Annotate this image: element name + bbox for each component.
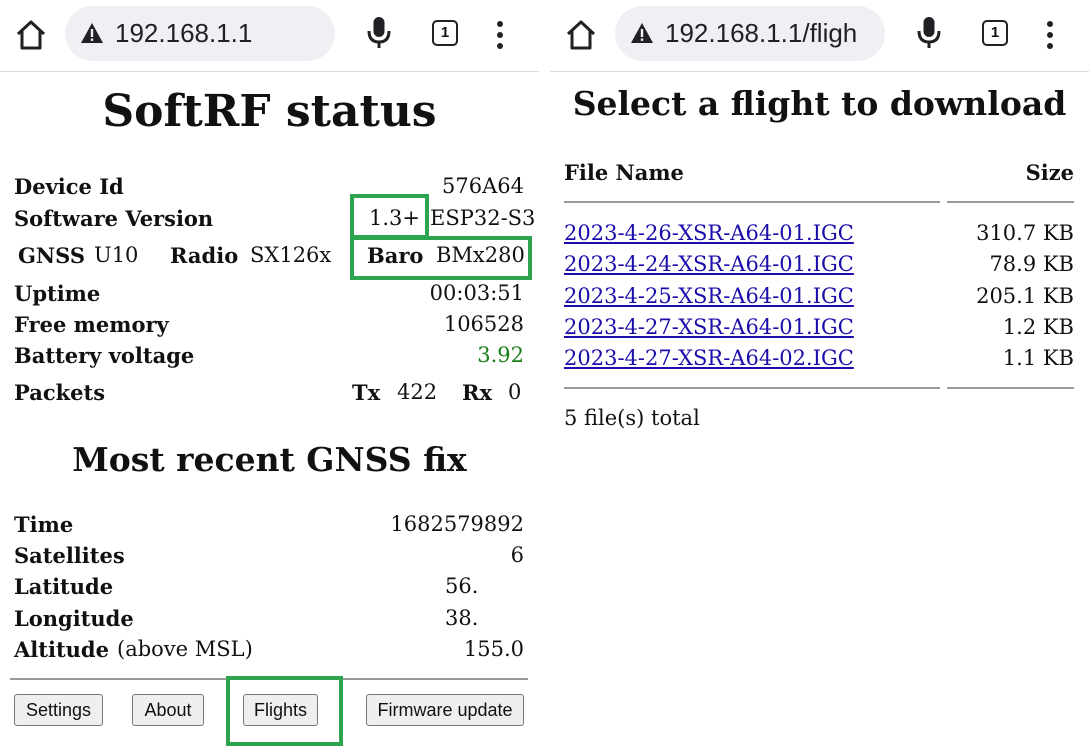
latitude-value: 56. xyxy=(445,574,479,598)
file-link[interactable]: 2023-4-26-XSR-A64-01.IGC xyxy=(564,221,854,245)
file-link[interactable]: 2023-4-27-XSR-A64-01.IGC xyxy=(564,315,854,339)
mic-icon[interactable] xyxy=(365,15,393,51)
header-rule-size xyxy=(947,201,1074,203)
altitude-value: 155.0 xyxy=(463,637,524,661)
packets-label: Packets xyxy=(14,380,106,405)
gnss-value: U10 xyxy=(94,243,139,267)
panel-gap xyxy=(539,0,550,749)
gnss-fix-title: Most recent GNSS fix xyxy=(72,440,467,479)
firmware-update-button[interactable]: Firmware update xyxy=(366,694,524,726)
settings-button[interactable]: Settings xyxy=(14,694,103,726)
warning-icon xyxy=(631,23,653,43)
footer-rule-size xyxy=(947,387,1074,389)
file-name-header: File Name xyxy=(564,160,684,185)
free-memory-label: Free memory xyxy=(14,312,169,337)
longitude-label: Longitude xyxy=(14,606,134,631)
size-header: Size xyxy=(1025,160,1074,185)
time-label: Time xyxy=(14,512,74,537)
baro-highlight xyxy=(350,236,532,280)
tabs-icon[interactable]: 1 xyxy=(982,20,1008,46)
satellites-label: Satellites xyxy=(14,543,125,568)
uptime-label: Uptime xyxy=(14,281,101,306)
page-title: SoftRF status xyxy=(102,86,437,137)
tabs-icon[interactable]: 1 xyxy=(432,20,458,46)
gnss-label: GNSS xyxy=(18,243,85,268)
file-link[interactable]: 2023-4-27-XSR-A64-02.IGC xyxy=(564,346,854,370)
address-bar[interactable]: 192.168.1.1/fligh xyxy=(615,6,885,61)
platform-value: ESP32-S3 xyxy=(430,206,536,230)
rx-value: 0 xyxy=(508,380,522,404)
more-vert-icon[interactable] xyxy=(1040,19,1060,51)
mic-icon[interactable] xyxy=(915,15,943,51)
battery-voltage-label: Battery voltage xyxy=(14,343,195,368)
radio-label: Radio xyxy=(170,243,239,268)
file-size: 310.7 KB xyxy=(976,221,1074,245)
file-link[interactable]: 2023-4-24-XSR-A64-01.IGC xyxy=(564,252,854,276)
flights-highlight xyxy=(226,676,343,746)
home-icon[interactable] xyxy=(14,18,48,52)
device-id-label: Device Id xyxy=(14,174,124,199)
time-value: 1682579892 xyxy=(390,512,524,536)
more-vert-icon[interactable] xyxy=(490,19,510,51)
footer-rule-name xyxy=(564,387,940,389)
url-text: 192.168.1.1/fligh xyxy=(665,18,858,48)
file-size: 1.2 KB xyxy=(1002,315,1074,339)
file-size: 78.9 KB xyxy=(989,252,1074,276)
file-size: 205.1 KB xyxy=(976,284,1074,308)
flights-page-title: Select a flight to download xyxy=(572,84,1067,123)
header-rule-name xyxy=(564,201,940,203)
radio-value: SX126x xyxy=(250,243,332,267)
status-screen: 192.168.1.1 1 SoftRF status Device Id 57… xyxy=(0,0,539,749)
satellites-value: 6 xyxy=(510,543,524,567)
home-icon[interactable] xyxy=(564,18,598,52)
browser-toolbar: 192.168.1.1/fligh 1 xyxy=(550,0,1089,72)
battery-voltage-value: 3.92 xyxy=(477,343,524,367)
rx-label: Rx xyxy=(462,380,492,405)
warning-icon xyxy=(81,23,103,43)
tab-count: 1 xyxy=(440,24,450,41)
file-link[interactable]: 2023-4-25-XSR-A64-01.IGC xyxy=(564,284,854,308)
address-bar[interactable]: 192.168.1.1 xyxy=(65,6,335,61)
tx-value: 422 xyxy=(397,380,438,404)
free-memory-value: 106528 xyxy=(443,312,524,336)
tx-label: Tx xyxy=(352,380,381,405)
latitude-label: Latitude xyxy=(14,574,114,599)
altitude-label: Altitude xyxy=(14,637,109,662)
altitude-unit: (above MSL) xyxy=(117,637,253,661)
longitude-value: 38. xyxy=(445,606,479,630)
url-text: 192.168.1.1 xyxy=(115,18,253,48)
file-size: 1.1 KB xyxy=(1002,346,1074,370)
about-button[interactable]: About xyxy=(132,694,204,726)
browser-toolbar: 192.168.1.1 1 xyxy=(0,0,539,72)
tab-count: 1 xyxy=(990,24,1000,41)
uptime-value: 00:03:51 xyxy=(429,281,524,305)
version-highlight xyxy=(350,194,429,239)
software-version-label: Software Version xyxy=(14,206,214,231)
file-total: 5 file(s) total xyxy=(564,406,700,430)
